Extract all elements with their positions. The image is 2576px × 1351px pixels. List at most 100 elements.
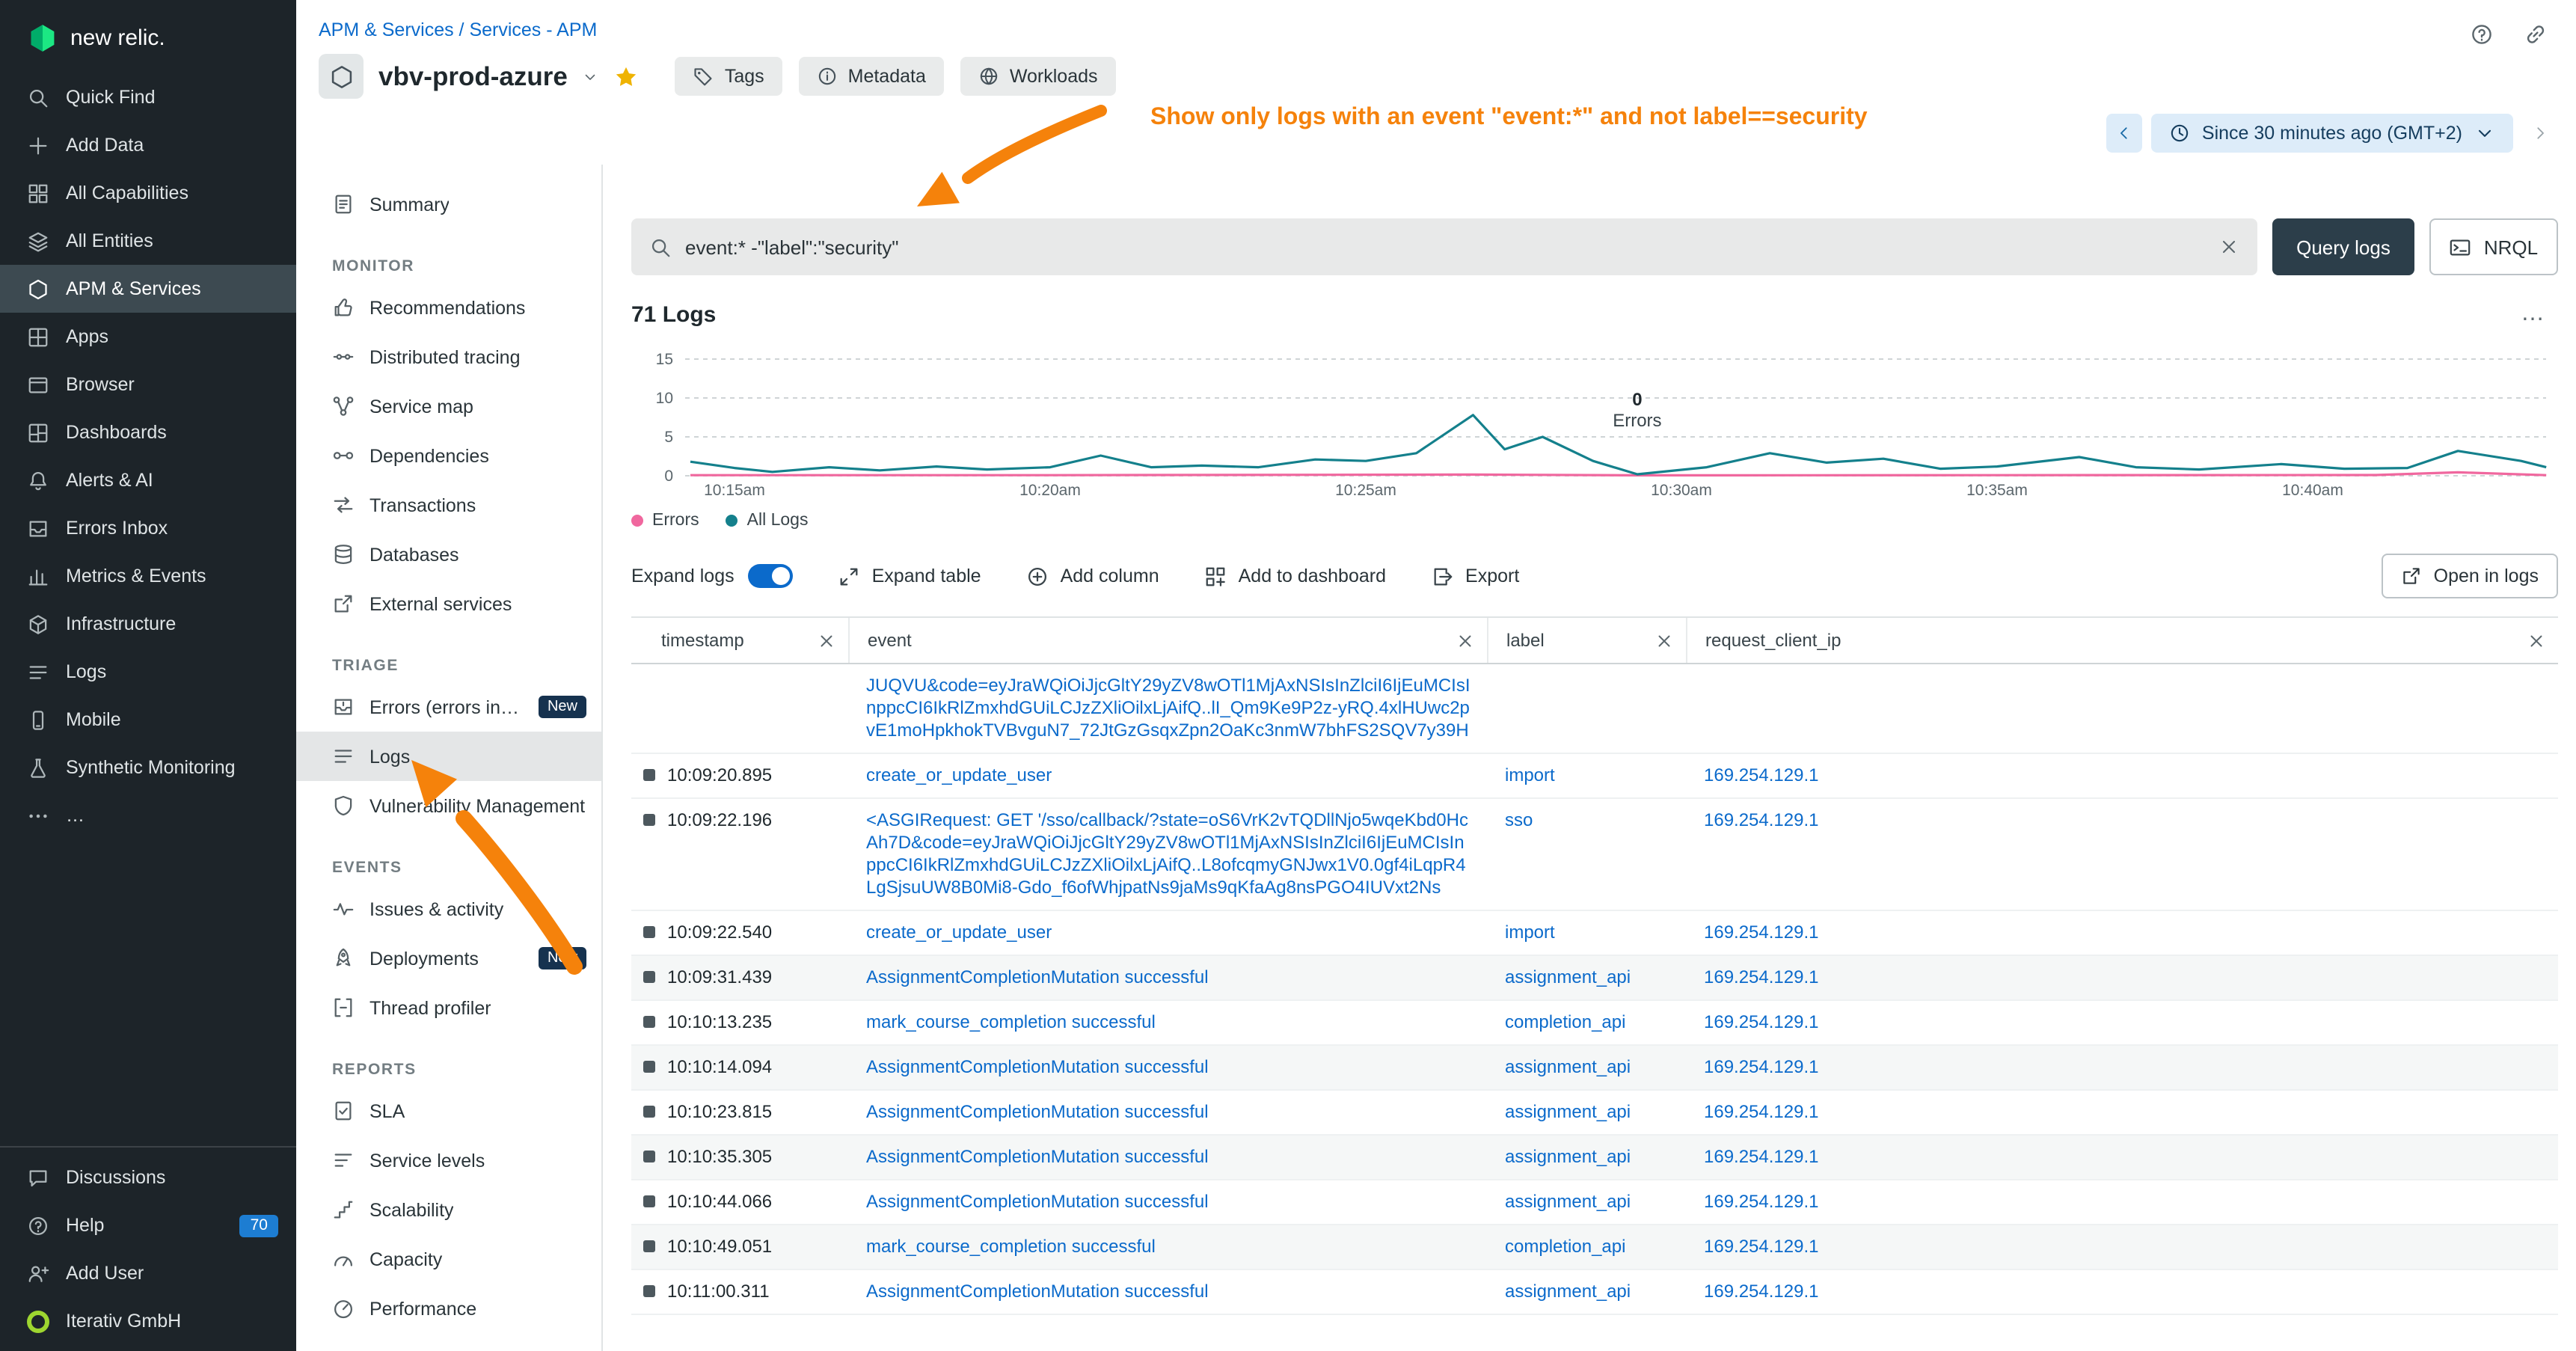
log-row[interactable]: 10:10:13.235mark_course_completion succe… [631,1001,2558,1046]
sidebar-item-discussions[interactable]: Discussions [0,1154,296,1201]
log-label-link[interactable]: sso [1505,809,1533,830]
sidebar-item-quick-find[interactable]: Quick Find [0,73,296,121]
log-row[interactable]: 10:11:00.311AssignmentCompletionMutation… [631,1270,2558,1315]
log-label-link[interactable]: completion_api [1505,1011,1625,1032]
sidebar-item-infrastructure[interactable]: Infrastructure [0,600,296,648]
remove-column-icon[interactable] [817,631,836,650]
nav-item-dependencies[interactable]: Dependencies [296,431,601,480]
log-label-link[interactable]: completion_api [1505,1236,1625,1257]
panel-menu-button[interactable]: … [2521,301,2558,328]
nav-item-capacity[interactable]: Capacity [296,1234,601,1284]
log-ip-link[interactable]: 169.254.129.1 [1704,1101,1819,1122]
log-row[interactable]: JUQVU&code=eyJraWQiOiJjcGltY29yZV8wOTl1M… [631,664,2558,754]
remove-column-icon[interactable] [2527,631,2546,650]
log-row[interactable]: 10:10:23.815AssignmentCompletionMutation… [631,1091,2558,1136]
log-label-link[interactable]: assignment_api [1505,1146,1631,1167]
sidebar-item-apm-services[interactable]: APM & Services [0,265,296,313]
sidebar-item-iterativ-gmbh[interactable]: Iterativ GmbH [0,1297,296,1345]
sidebar-item-logs[interactable]: Logs [0,648,296,696]
breadcrumb[interactable]: APM & Services / Services - APM [319,19,597,40]
sidebar-item-all-capabilities[interactable]: All Capabilities [0,169,296,217]
nav-item-scalability[interactable]: Scalability [296,1185,601,1234]
log-row[interactable]: 10:09:31.439AssignmentCompletionMutation… [631,956,2558,1001]
legend-errors[interactable]: Errors [631,512,699,530]
log-label-link[interactable]: assignment_api [1505,1191,1631,1212]
nav-item-service-levels[interactable]: Service levels [296,1136,601,1185]
remove-column-icon[interactable] [1655,631,1674,650]
log-label-link[interactable]: assignment_api [1505,966,1631,987]
log-ip-link[interactable]: 169.254.129.1 [1704,1236,1819,1257]
log-label-link[interactable]: assignment_api [1505,1056,1631,1077]
nav-item-external-services[interactable]: External services [296,579,601,628]
sidebar-item-help[interactable]: Help70 [0,1201,296,1249]
add-column-button[interactable]: Add column [1026,565,1159,587]
time-picker[interactable]: Since 30 minutes ago (GMT+2) [2151,114,2513,153]
nrql-button[interactable]: NRQL [2429,218,2558,275]
logs-query-input[interactable]: event:* -"label":"security" [631,218,2257,275]
legend-all-logs[interactable]: All Logs [726,512,809,530]
nav-item-transactions[interactable]: Transactions [296,480,601,530]
log-ip-link[interactable]: 169.254.129.1 [1704,1056,1819,1077]
log-row[interactable]: 10:10:49.051mark_course_completion succe… [631,1225,2558,1270]
log-ip-link[interactable]: 169.254.129.1 [1704,922,1819,943]
log-event-link[interactable]: AssignmentCompletionMutation successful [866,1056,1209,1077]
nav-item-sla[interactable]: SLA [296,1086,601,1136]
sidebar-item-all-entities[interactable]: All Entities [0,217,296,265]
sidebar-item-synthetic-monitoring[interactable]: Synthetic Monitoring [0,744,296,791]
nav-item-summary[interactable]: Summary [296,180,601,229]
entity-action-workloads[interactable]: Workloads [960,57,1116,96]
sidebar-item-mobile[interactable]: Mobile [0,696,296,744]
nav-item-logs[interactable]: Logs [296,732,601,781]
log-row[interactable]: 10:09:22.540create_or_update_userimport1… [631,911,2558,956]
log-label-link[interactable]: assignment_api [1505,1281,1631,1302]
nav-item-vulnerability-management[interactable]: Vulnerability Management [296,781,601,830]
log-event-link[interactable]: AssignmentCompletionMutation successful [866,1146,1209,1167]
nav-item-performance[interactable]: Performance [296,1284,601,1333]
add-to-dashboard-button[interactable]: Add to dashboard [1204,565,1386,587]
sidebar-item-more[interactable]: … [0,791,296,839]
remove-column-icon[interactable] [1456,631,1475,650]
export-button[interactable]: Export [1431,565,1519,587]
log-ip-link[interactable]: 169.254.129.1 [1704,1011,1819,1032]
nav-item-service-map[interactable]: Service map [296,382,601,431]
nav-item-errors-errors-inb[interactable]: Errors (errors inb...New [296,682,601,732]
log-ip-link[interactable]: 169.254.129.1 [1704,1146,1819,1167]
newrelic-logo[interactable]: new relic. [0,0,296,73]
log-row[interactable]: 10:10:44.066AssignmentCompletionMutation… [631,1180,2558,1225]
log-event-link[interactable]: AssignmentCompletionMutation successful [866,1191,1209,1212]
log-row[interactable]: 10:10:35.305AssignmentCompletionMutation… [631,1136,2558,1180]
query-logs-button[interactable]: Query logs [2272,218,2414,275]
log-event-link[interactable]: JUQVU&code=eyJraWQiOiJjcGltY29yZV8wOTl1M… [866,675,1471,741]
log-row[interactable]: 10:09:20.895create_or_update_userimport1… [631,754,2558,799]
log-event-link[interactable]: create_or_update_user [866,765,1052,785]
sidebar-item-alerts-ai[interactable]: Alerts & AI [0,456,296,504]
log-ip-link[interactable]: 169.254.129.1 [1704,809,1819,830]
entity-action-tags[interactable]: Tags [675,57,782,96]
log-event-link[interactable]: AssignmentCompletionMutation successful [866,1281,1209,1302]
nav-item-recommendations[interactable]: Recommendations [296,283,601,332]
sidebar-item-add-user[interactable]: Add User [0,1249,296,1297]
log-ip-link[interactable]: 169.254.129.1 [1704,765,1819,785]
log-event-link[interactable]: create_or_update_user [866,922,1052,943]
sidebar-item-dashboards[interactable]: Dashboards [0,408,296,456]
sidebar-item-apps[interactable]: Apps [0,313,296,361]
sidebar-item-errors-inbox[interactable]: Errors Inbox [0,504,296,552]
nav-item-databases[interactable]: Databases [296,530,601,579]
expand-table-button[interactable]: Expand table [838,565,981,587]
log-event-link[interactable]: <ASGIRequest: GET '/sso/callback/?state=… [866,809,1468,898]
sidebar-item-metrics-events[interactable]: Metrics & Events [0,552,296,600]
log-event-link[interactable]: AssignmentCompletionMutation successful [866,1101,1209,1122]
log-label-link[interactable]: import [1505,765,1555,785]
log-row[interactable]: 10:10:14.094AssignmentCompletionMutation… [631,1046,2558,1091]
log-event-link[interactable]: mark_course_completion successful [866,1236,1156,1257]
sidebar-item-browser[interactable]: Browser [0,361,296,408]
log-event-link[interactable]: AssignmentCompletionMutation successful [866,966,1209,987]
open-in-logs-button[interactable]: Open in logs [2382,554,2558,598]
log-ip-link[interactable]: 169.254.129.1 [1704,1191,1819,1212]
expand-logs-toggle[interactable] [748,564,793,588]
nav-item-issues-activity[interactable]: Issues & activity [296,884,601,934]
nav-item-deployments[interactable]: DeploymentsNew [296,934,601,983]
entity-action-metadata[interactable]: Metadata [799,57,944,96]
log-ip-link[interactable]: 169.254.129.1 [1704,966,1819,987]
log-ip-link[interactable]: 169.254.129.1 [1704,1281,1819,1302]
